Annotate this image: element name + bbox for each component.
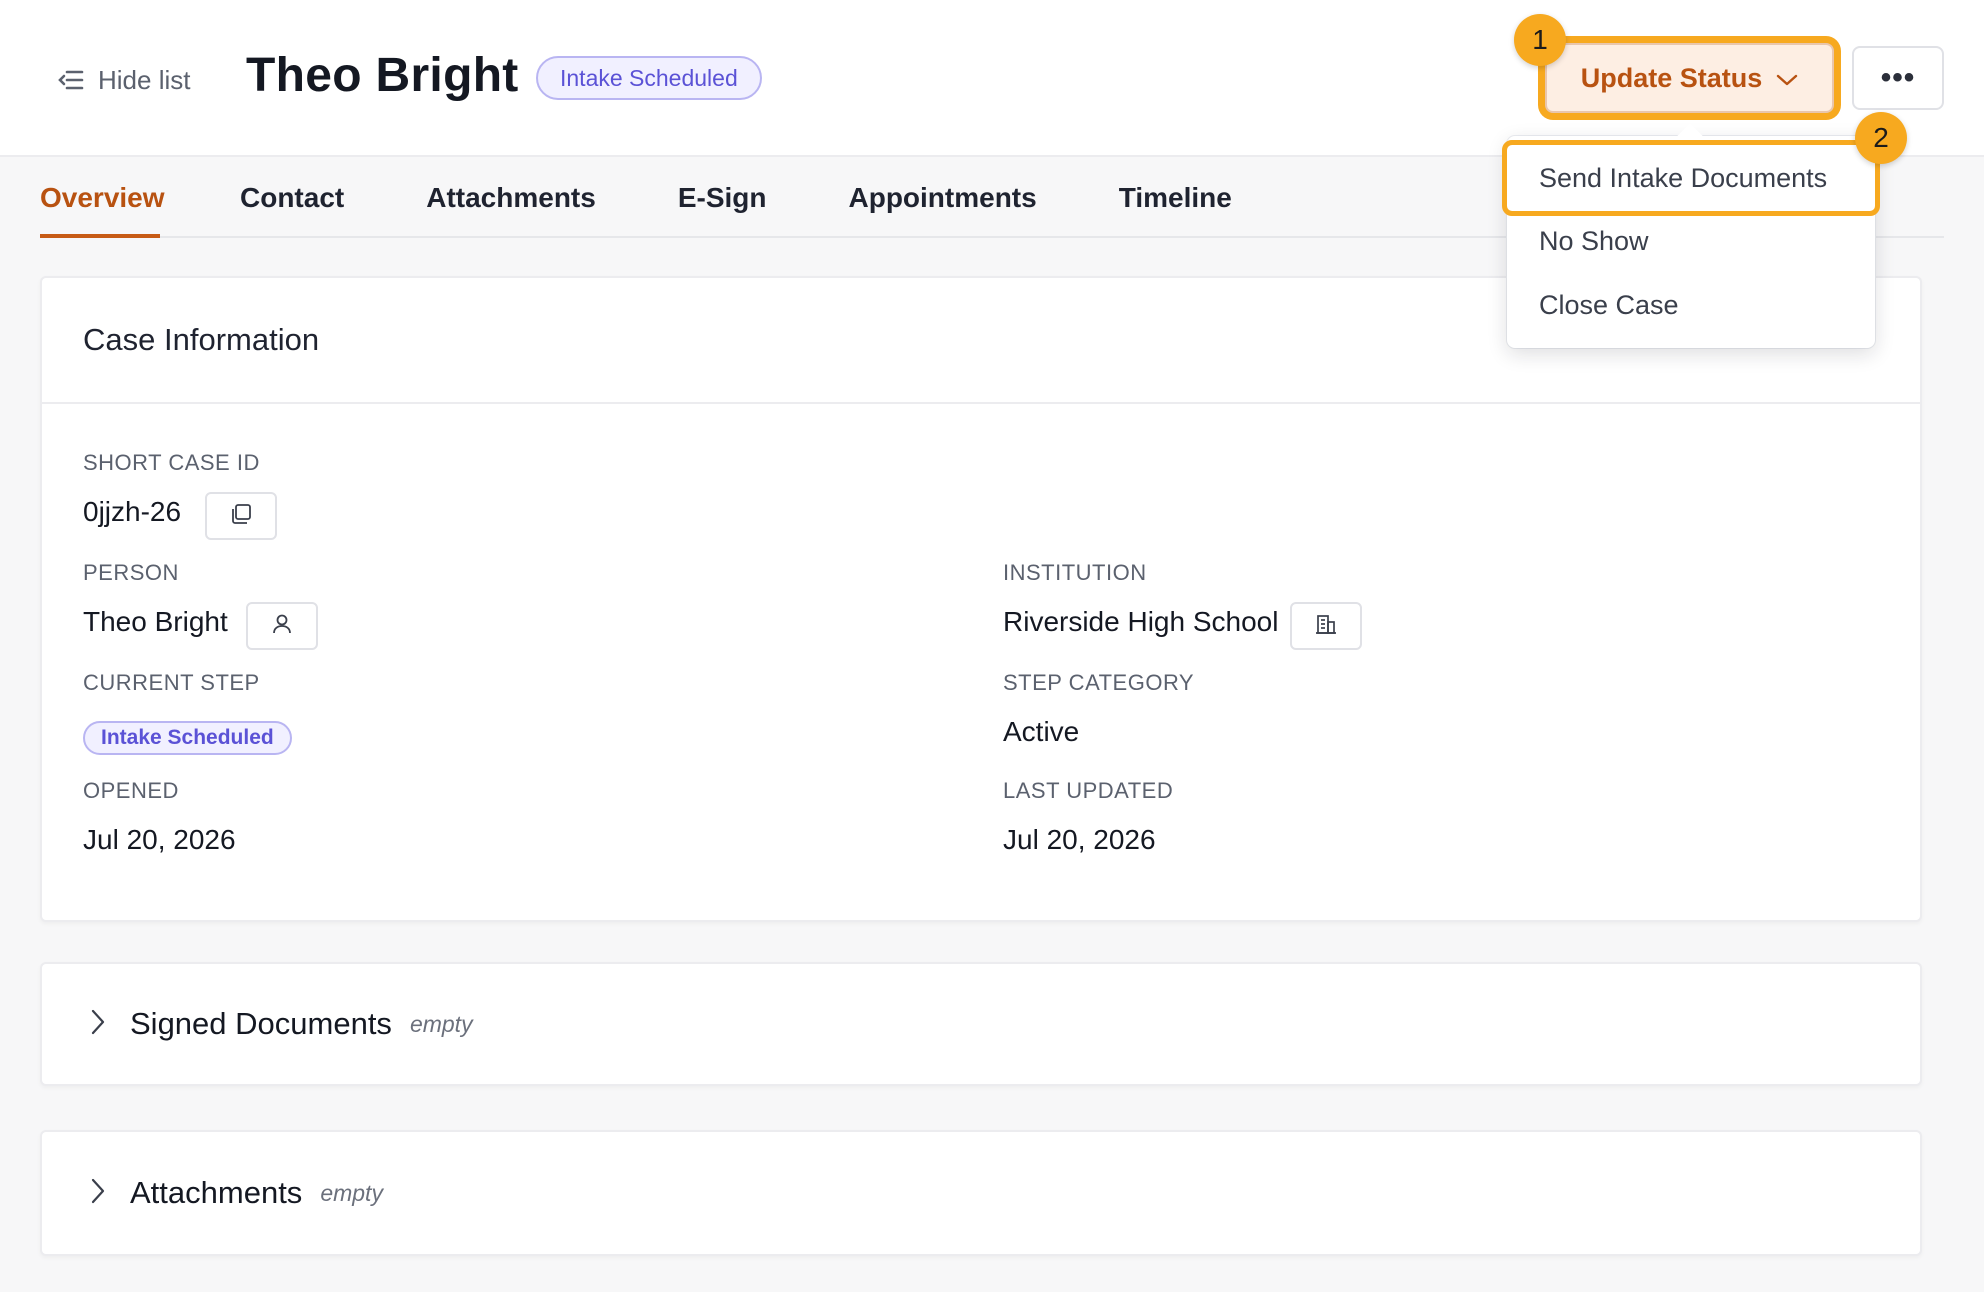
page-title: Theo Bright <box>246 49 519 102</box>
tab-appointments[interactable]: Appointments <box>849 160 1037 236</box>
tab-e-sign[interactable]: E-Sign <box>678 160 767 236</box>
update-status-button[interactable]: Update Status <box>1545 43 1834 113</box>
menu-item-send-intake-documents[interactable]: Send Intake Documents <box>1539 163 1827 194</box>
last-updated-value: Jul 20, 2026 <box>1003 824 1156 855</box>
institution-label: INSTITUTION <box>1003 560 1147 585</box>
person-value: Theo Bright <box>83 606 228 637</box>
case-information-card: Case Information SHORT CASE ID 0jjzh-26 … <box>40 276 1922 922</box>
copy-case-id-button[interactable] <box>205 492 277 540</box>
view-institution-button[interactable] <box>1290 602 1362 650</box>
hide-list-label: Hide list <box>98 64 191 95</box>
step-category-value: Active <box>1003 716 1080 747</box>
tab-overview[interactable]: Overview <box>40 160 165 238</box>
step-badge-1: 1 <box>1514 14 1566 66</box>
user-icon <box>271 613 293 640</box>
person-label: PERSON <box>83 560 179 585</box>
last-updated-label: LAST UPDATED <box>1003 778 1174 803</box>
tab-attachments[interactable]: Attachments <box>426 160 596 236</box>
copy-icon <box>230 503 252 530</box>
menu-item-close-case[interactable]: Close Case <box>1539 290 1679 321</box>
step-badge-2: 2 <box>1855 112 1907 164</box>
building-icon <box>1315 613 1337 640</box>
attachments-title: Attachments <box>130 1175 303 1210</box>
update-status-menu: Send Intake Documents No Show Close Case <box>1507 136 1875 348</box>
tab-contact[interactable]: Contact <box>240 160 344 236</box>
opened-value: Jul 20, 2026 <box>83 824 236 855</box>
opened-label: OPENED <box>83 778 179 803</box>
attachments-section[interactable]: Attachments empty <box>40 1130 1922 1256</box>
chevron-right-icon <box>90 1008 106 1041</box>
hide-list-button[interactable]: Hide list <box>58 60 190 100</box>
view-person-button[interactable] <box>246 602 318 650</box>
step-category-label: STEP CATEGORY <box>1003 670 1195 695</box>
institution-value: Riverside High School <box>1003 606 1279 637</box>
short-case-id-value: 0jjzh-26 <box>83 496 182 527</box>
attachments-empty: empty <box>320 1179 383 1206</box>
signed-documents-section[interactable]: Signed Documents empty <box>40 962 1922 1086</box>
update-status-label: Update Status <box>1580 62 1763 93</box>
tab-timeline[interactable]: Timeline <box>1119 160 1232 236</box>
chevron-down-icon <box>1776 63 1798 94</box>
current-step-label: CURRENT STEP <box>83 670 260 695</box>
short-case-id-label: SHORT CASE ID <box>83 450 260 475</box>
more-actions-button[interactable]: ••• <box>1852 46 1944 110</box>
signed-documents-title: Signed Documents <box>130 1006 392 1041</box>
signed-documents-empty: empty <box>409 1010 473 1037</box>
list-collapse-icon <box>58 69 84 91</box>
status-badge: Intake Scheduled <box>536 56 762 100</box>
menu-item-no-show[interactable]: No Show <box>1539 226 1649 257</box>
more-horizontal-icon: ••• <box>1880 61 1916 94</box>
chevron-right-icon <box>90 1177 106 1210</box>
current-step-badge: Intake Scheduled <box>83 721 292 755</box>
